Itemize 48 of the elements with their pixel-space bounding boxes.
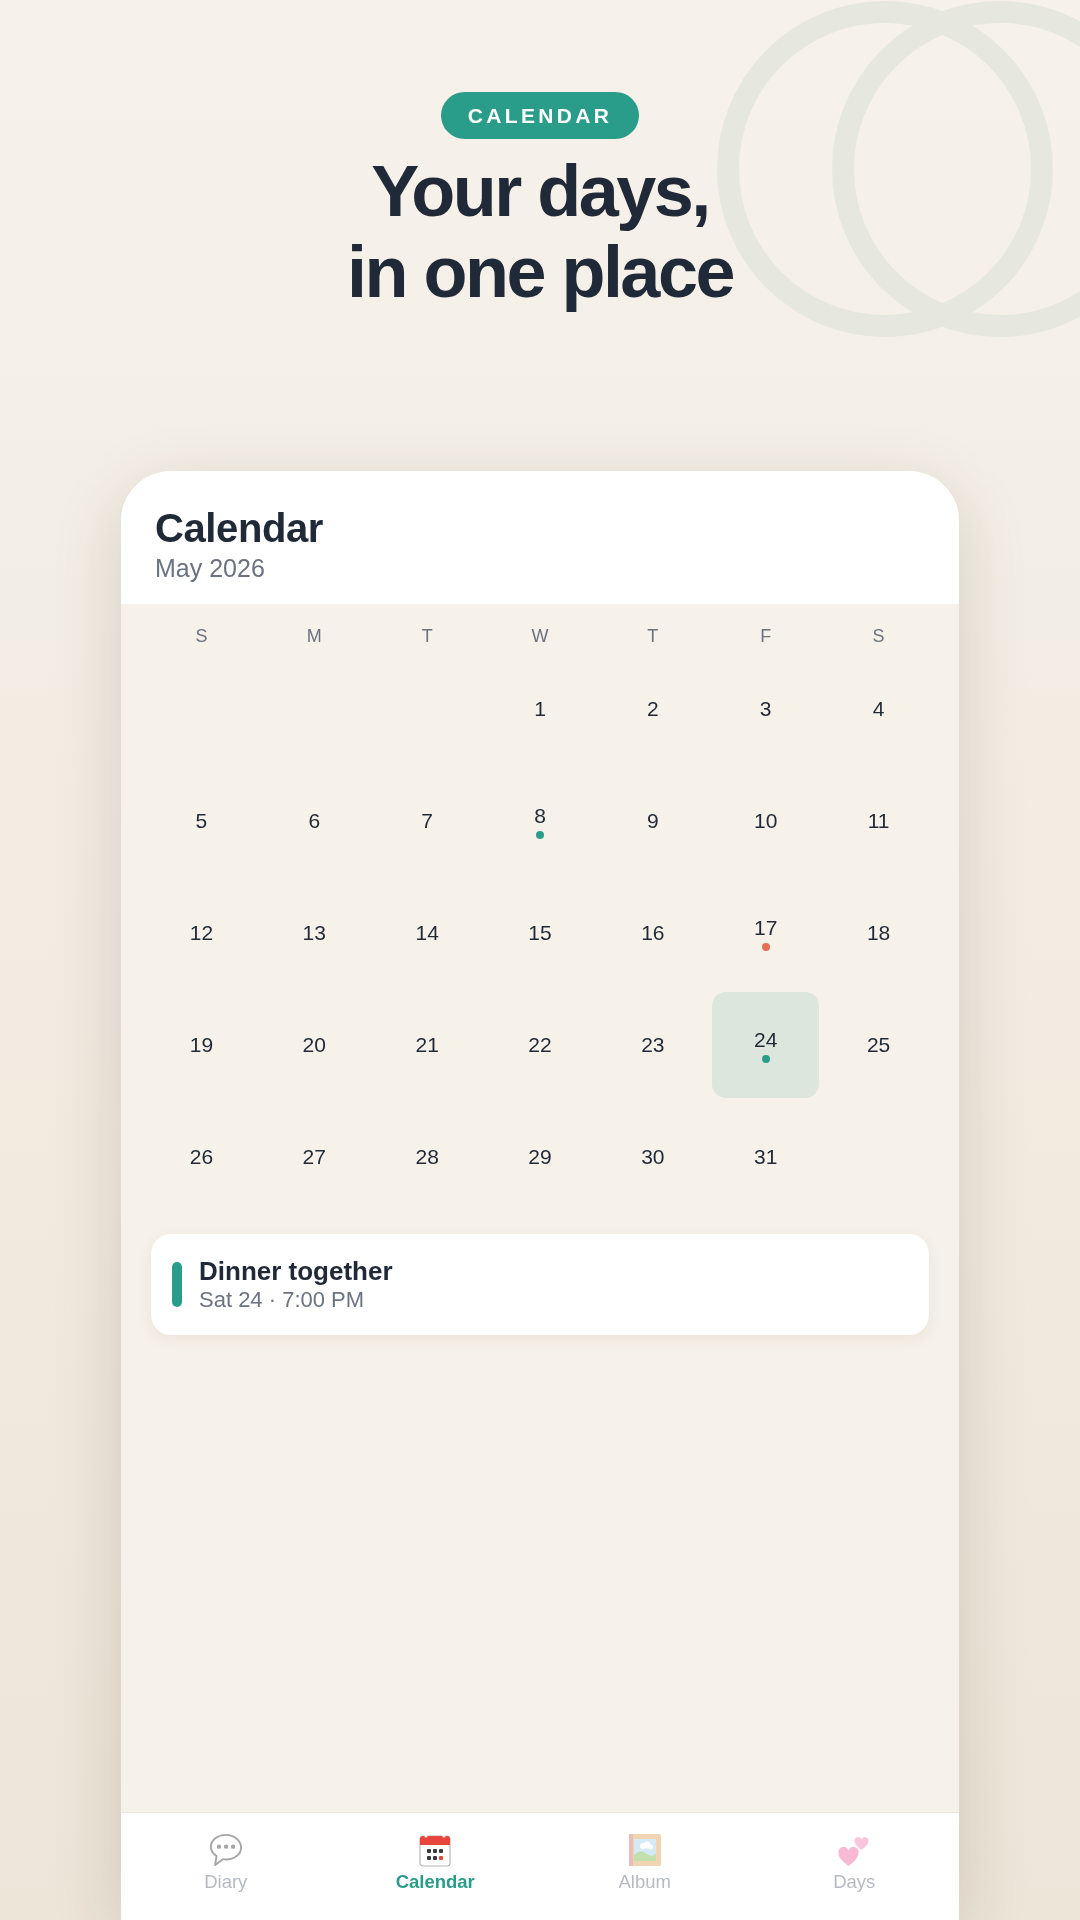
calendar-day[interactable]: 26 [148, 1104, 255, 1210]
calendar-day[interactable]: 11 [825, 768, 932, 874]
calendar-day[interactable]: 30 [599, 1104, 707, 1210]
calendar-day[interactable]: 5 [148, 768, 255, 874]
framed-picture-icon [627, 1833, 662, 1867]
calendar-day[interactable]: 29 [486, 1104, 594, 1210]
calendar-day[interactable]: 22 [486, 992, 594, 1098]
headline: Your days, in one place [347, 151, 733, 313]
calendar-day[interactable]: 9 [599, 768, 707, 874]
calendar-day[interactable]: 6 [260, 768, 368, 874]
event-card[interactable]: Dinner together Sat 24 · 7:00 PM [151, 1234, 929, 1335]
weekday-label: W [531, 625, 549, 648]
weekday-label: S [195, 625, 208, 648]
calendar-day[interactable]: 28 [373, 1104, 481, 1210]
speech-bubble-icon [208, 1833, 243, 1867]
weekday-label: F [760, 625, 772, 648]
event-title: Dinner together [199, 1255, 393, 1286]
calendar-day[interactable]: 12 [148, 880, 255, 986]
calendar-day[interactable]: 31 [712, 1104, 820, 1210]
weekday-label: T [421, 625, 433, 648]
weekday-label: S [872, 625, 885, 648]
weekday-label: M [306, 625, 322, 648]
calendar-day[interactable]: 7 [373, 768, 481, 874]
calendar-day[interactable]: 2 [599, 656, 707, 762]
calendar-day[interactable]: 1 [486, 656, 594, 762]
month-label: May 2026 [155, 553, 265, 583]
event-time: Sat 24 · 7:00 PM [199, 1285, 365, 1314]
calendar-day[interactable]: 21 [373, 992, 481, 1098]
calendar-day[interactable]: 10 [712, 768, 820, 874]
calendar-day[interactable]: 23 [599, 992, 707, 1098]
calendar-day[interactable]: 13 [260, 880, 368, 986]
calendar-day[interactable]: 14 [373, 880, 481, 986]
weekday-label: T [647, 625, 659, 648]
calendar-day[interactable]: 24 [712, 992, 820, 1098]
calendar-day[interactable]: 18 [825, 880, 932, 986]
screen-title: Calendar [155, 505, 323, 552]
calendar-icon [418, 1833, 453, 1867]
calendar-day[interactable]: 25 [825, 992, 932, 1098]
calendar-day[interactable]: 20 [260, 992, 368, 1098]
section-label: CALENDAR [440, 92, 640, 139]
calendar-day[interactable]: 19 [148, 992, 255, 1098]
calendar-day[interactable]: 16 [599, 880, 707, 986]
calendar-day[interactable]: 4 [825, 656, 932, 762]
calendar-day[interactable]: 15 [486, 880, 594, 986]
calendar-day[interactable]: 17 [712, 880, 820, 986]
calendar-day[interactable]: 8 [486, 768, 594, 874]
calendar-day[interactable]: 27 [260, 1104, 368, 1210]
calendar-day[interactable]: 3 [712, 656, 820, 762]
